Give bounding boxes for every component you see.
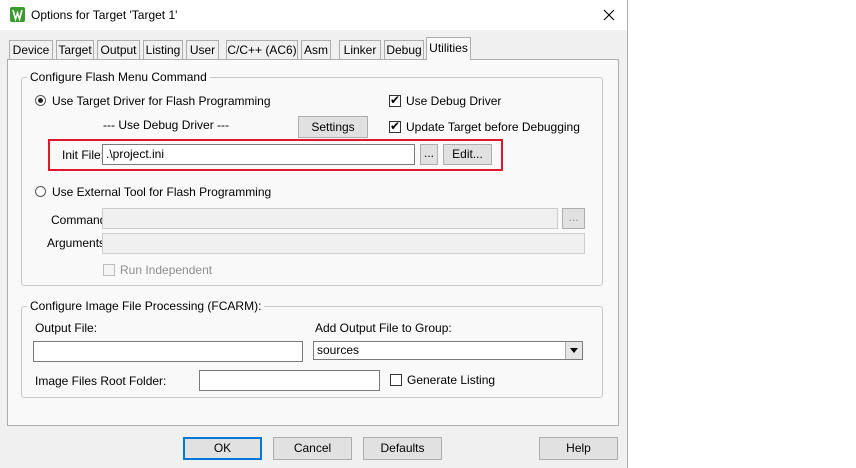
- output-file-input[interactable]: [33, 341, 303, 362]
- use-target-driver-label: Use Target Driver for Flash Programming: [52, 94, 271, 108]
- update-target-label: Update Target before Debugging: [406, 120, 580, 134]
- app-icon: [10, 7, 25, 22]
- options-dialog: Options for Target 'Target 1' Device Tar…: [0, 0, 628, 468]
- tab-target[interactable]: Target: [56, 40, 94, 59]
- tab-utilities[interactable]: Utilities: [426, 37, 471, 60]
- tab-device[interactable]: Device: [9, 40, 53, 59]
- arguments-label: Arguments:: [47, 236, 109, 250]
- use-debug-driver-label: Use Debug Driver: [406, 94, 502, 108]
- highlight-annotation: [48, 139, 503, 171]
- title-bar: Options for Target 'Target 1': [0, 0, 627, 30]
- tab-debug[interactable]: Debug: [384, 40, 424, 59]
- chevron-down-icon[interactable]: [565, 342, 582, 359]
- generate-listing-label: Generate Listing: [407, 373, 496, 387]
- tab-output[interactable]: Output: [97, 40, 140, 59]
- cancel-button[interactable]: Cancel: [273, 437, 352, 460]
- driver-dropdown[interactable]: --- Use Debug Driver ---: [103, 118, 229, 132]
- help-button[interactable]: Help: [539, 437, 618, 460]
- close-icon: [603, 9, 615, 21]
- tab-c-cpp[interactable]: C/C++ (AC6): [226, 40, 298, 59]
- checkmark-icon: ✔: [390, 119, 401, 133]
- close-button[interactable]: [597, 4, 621, 26]
- run-independent-checkbox[interactable]: [103, 264, 115, 276]
- tab-linker[interactable]: Linker: [339, 40, 381, 59]
- flash-group-legend: Configure Flash Menu Command: [27, 70, 210, 84]
- window-title: Options for Target 'Target 1': [31, 8, 178, 22]
- command-label: Command:: [51, 213, 110, 227]
- output-file-label: Output File:: [35, 321, 98, 335]
- root-folder-input[interactable]: [199, 370, 380, 391]
- arguments-input[interactable]: [102, 233, 585, 254]
- tab-user[interactable]: User: [186, 40, 219, 59]
- flash-command-group: [21, 77, 603, 286]
- settings-button[interactable]: Settings: [298, 116, 368, 138]
- checkmark-icon: ✔: [390, 93, 401, 107]
- add-output-value: sources: [317, 343, 360, 357]
- root-folder-label: Image Files Root Folder:: [35, 374, 167, 388]
- use-debug-driver-checkbox[interactable]: ✔: [389, 93, 401, 107]
- ok-button[interactable]: OK: [183, 437, 262, 460]
- use-target-driver-radio[interactable]: [35, 95, 46, 106]
- use-external-tool-radio[interactable]: [35, 186, 46, 197]
- command-input[interactable]: [102, 208, 558, 229]
- command-browse-button[interactable]: ...: [562, 208, 585, 229]
- tab-listing[interactable]: Listing: [143, 40, 183, 59]
- tab-asm[interactable]: Asm: [301, 40, 331, 59]
- image-group-legend: Configure Image File Processing (FCARM):: [27, 299, 265, 313]
- generate-listing-checkbox[interactable]: [390, 374, 402, 386]
- defaults-button[interactable]: Defaults: [363, 437, 442, 460]
- use-external-tool-label: Use External Tool for Flash Programming: [52, 185, 272, 199]
- update-target-checkbox[interactable]: ✔: [389, 119, 401, 133]
- run-independent-label: Run Independent: [120, 263, 213, 277]
- add-output-label: Add Output File to Group:: [315, 321, 452, 335]
- add-output-select[interactable]: sources: [313, 341, 583, 360]
